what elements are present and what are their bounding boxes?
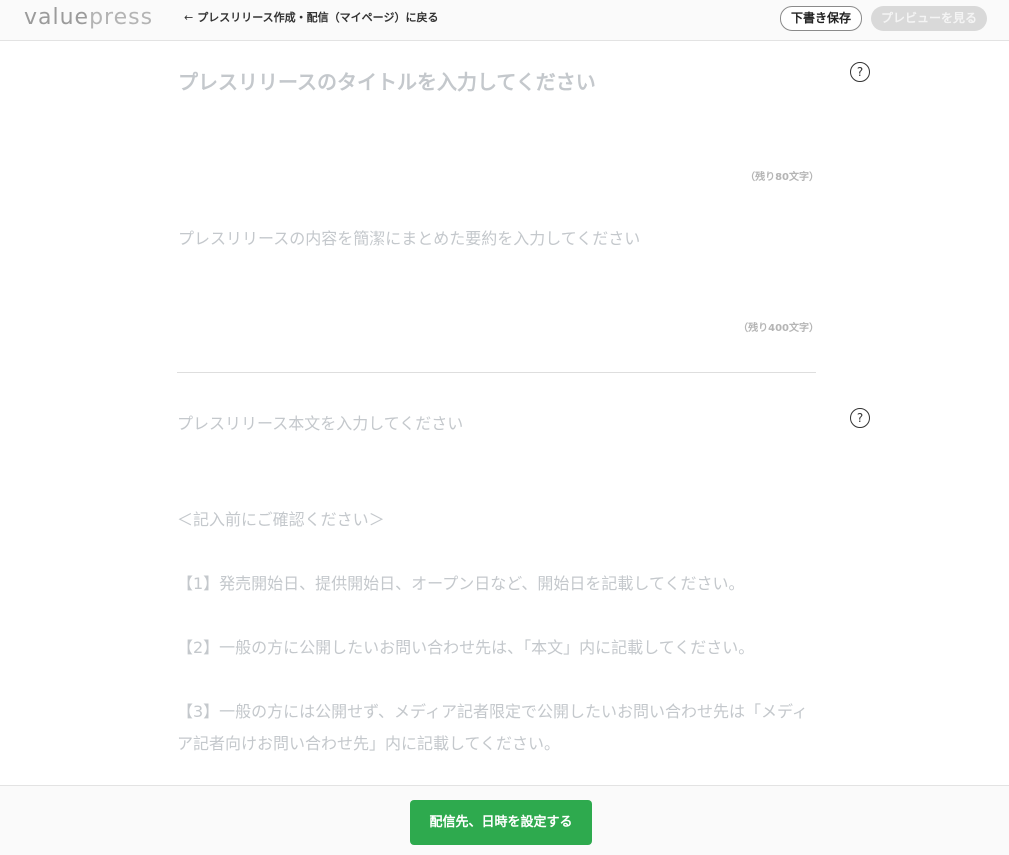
back-to-mypage-link[interactable]: ← プレスリリース作成・配信（マイページ）に戻る — [184, 11, 438, 25]
title-char-counter: （残り80文字） — [745, 172, 819, 183]
top-header: valuepress ← プレスリリース作成・配信（マイページ）に戻る 下書き保存… — [0, 0, 1009, 41]
valuepress-logo[interactable]: valuepress — [24, 5, 153, 31]
logo-press-text: press — [89, 5, 154, 30]
bottom-footer: 配信先、日時を設定する — [0, 785, 1009, 855]
instruction-item: 【1】発売開始日、提供開始日、オープン日など、開始日を記載してください。 — [177, 574, 745, 593]
back-link-label: プレスリリース作成・配信（マイページ）に戻る — [197, 11, 439, 24]
set-destination-schedule-button[interactable]: 配信先、日時を設定する — [410, 800, 592, 845]
summary-input[interactable]: プレスリリースの内容を簡潔にまとめた要約を入力してください — [178, 228, 640, 250]
instructions-heading: ＜記入前にご確認ください＞ — [177, 510, 385, 529]
preview-button[interactable]: プレビューを見る — [871, 6, 987, 31]
section-divider — [177, 372, 816, 373]
instruction-item: 【3】一般の方には公開せず、メディア記者限定で公開したいお問い合わせ先は「メディ… — [177, 702, 808, 753]
title-input[interactable]: プレスリリースのタイトルを入力してください — [178, 68, 596, 96]
body-input[interactable]: プレスリリース本文を入力してください — [177, 413, 463, 435]
summary-char-counter: （残り400文字） — [738, 323, 819, 334]
help-icon[interactable]: ? — [850, 408, 870, 428]
instruction-item: 【2】一般の方に公開したいお問い合わせ先は、「本文」内に記載してください。 — [177, 638, 755, 657]
logo-value-text: value — [24, 5, 90, 30]
help-icon[interactable]: ? — [850, 62, 870, 82]
save-draft-button[interactable]: 下書き保存 — [780, 6, 862, 31]
body-instructions: ＜記入前にご確認ください＞ 【1】発売開始日、提供開始日、オープン日など、開始日… — [177, 504, 822, 792]
arrow-left-icon: ← — [184, 11, 194, 24]
